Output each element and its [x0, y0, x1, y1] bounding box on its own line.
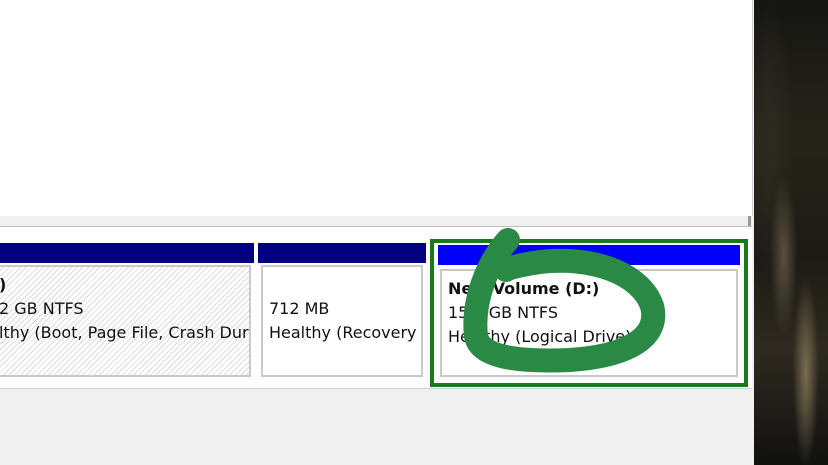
partition-size: 15 9 GB NTFS	[448, 303, 558, 322]
background-photo-strip	[754, 0, 828, 465]
disk-management-window: ) 2 GB NTFS lthy (Boot, Page File, Crash…	[0, 0, 754, 465]
partition-c-drive[interactable]: ) 2 GB NTFS lthy (Boot, Page File, Crash…	[0, 243, 254, 383]
partition-status: lthy (Boot, Page File, Crash Dur	[0, 323, 249, 342]
partition-name: )	[0, 275, 6, 294]
partition-status: Healthy (Logical Drive)	[448, 327, 632, 346]
partition-size: 712 MB	[269, 299, 330, 318]
partition-bar-logical	[438, 245, 740, 265]
partition-body: 712 MB Healthy (Recovery	[261, 265, 423, 377]
partition-name: New Volume (D:)	[448, 279, 600, 298]
partition-status: Healthy (Recovery	[269, 323, 417, 342]
partition-bar-primary	[0, 243, 254, 263]
partition-body: New Volume (D:) 15 9 GB NTFS Healthy (Lo…	[440, 269, 738, 377]
screenshot: ) 2 GB NTFS lthy (Boot, Page File, Crash…	[0, 0, 828, 465]
partition-size: 2 GB NTFS	[0, 299, 84, 318]
partition-body: ) 2 GB NTFS lthy (Boot, Page File, Crash…	[0, 265, 251, 377]
partition-recovery[interactable]: 712 MB Healthy (Recovery	[258, 243, 426, 383]
volume-list-pane[interactable]	[0, 0, 753, 216]
partition-bar-primary	[258, 243, 426, 263]
splitter-grip[interactable]	[748, 216, 751, 226]
disk-map-row: ) 2 GB NTFS lthy (Boot, Page File, Crash…	[0, 227, 752, 389]
lower-empty-area	[0, 389, 752, 465]
pane-splitter[interactable]	[0, 216, 752, 227]
partition-d-drive-selected[interactable]: New Volume (D:) 15 9 GB NTFS Healthy (Lo…	[430, 239, 748, 387]
